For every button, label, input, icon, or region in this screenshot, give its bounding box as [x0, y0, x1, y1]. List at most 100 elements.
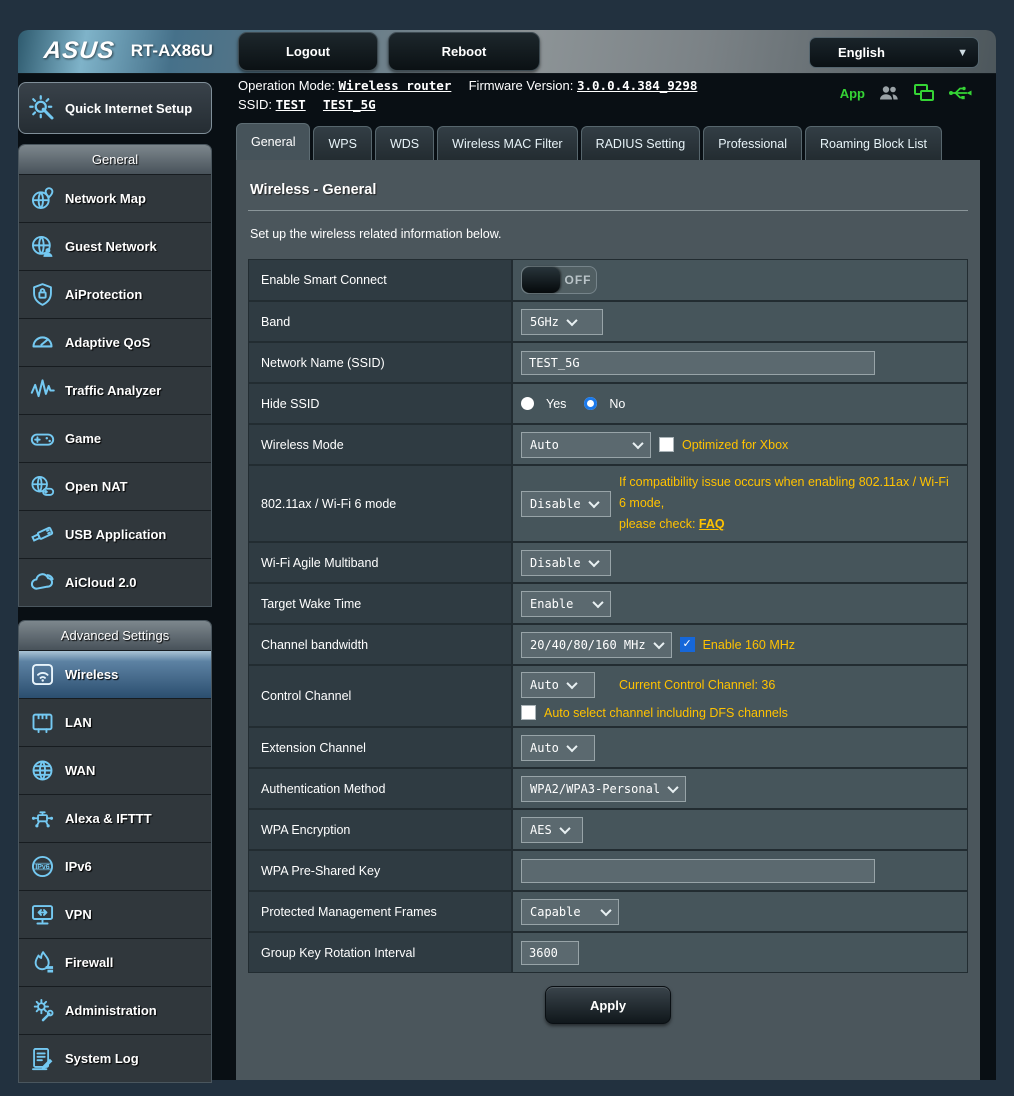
- ssid-link-5g[interactable]: TEST_5G: [323, 97, 376, 112]
- protected-management-frames-select[interactable]: Capable: [521, 899, 619, 925]
- devices-icon[interactable]: [913, 83, 935, 103]
- row-hide-ssid: Hide SSID Yes No: [249, 384, 967, 425]
- apply-button[interactable]: Apply: [545, 986, 671, 1024]
- row-wireless-mode: Wireless Mode Auto Optimized for Xbox: [249, 425, 967, 466]
- sidebar-item-label: AiProtection: [65, 287, 142, 302]
- ssid-label: SSID:: [238, 97, 272, 112]
- operation-mode-link[interactable]: Wireless router: [338, 78, 451, 93]
- field-label: Channel bandwidth: [249, 625, 513, 664]
- tab-wireless-mac-filter[interactable]: Wireless MAC Filter: [437, 126, 577, 160]
- chevron-down-icon: [632, 437, 643, 448]
- app-link[interactable]: App: [840, 86, 865, 101]
- field-label: Enable Smart Connect: [249, 260, 513, 300]
- sidebar-item-label: Firewall: [65, 955, 113, 970]
- top-banner: ASUS RT-AX86U Logout Reboot English ▼: [18, 30, 996, 74]
- channel-bandwidth-select[interactable]: 20/40/80/160 MHz: [521, 632, 672, 658]
- log-document-icon: [29, 1045, 56, 1072]
- title-divider: [248, 210, 968, 211]
- sidebar-item-wireless[interactable]: Wireless: [19, 650, 211, 698]
- sidebar-item-open-nat[interactable]: Open NAT: [19, 462, 211, 510]
- tab-general[interactable]: General: [236, 123, 310, 160]
- smart-connect-toggle[interactable]: OFF: [521, 266, 597, 294]
- enable-160mhz-checkbox[interactable]: [680, 637, 695, 652]
- wpa-pre-shared-key-input[interactable]: [521, 859, 875, 883]
- sidebar-item-vpn[interactable]: VPN: [19, 890, 211, 938]
- language-value: English: [838, 45, 885, 60]
- tab-professional[interactable]: Professional: [703, 126, 802, 160]
- ssid-link-24g[interactable]: TEST: [276, 97, 306, 112]
- extension-channel-select[interactable]: Auto: [521, 735, 595, 761]
- ipv6-icon: IPv6: [29, 853, 56, 880]
- sidebar-item-firewall[interactable]: Firewall: [19, 938, 211, 986]
- firmware-label: Firmware Version:: [469, 78, 574, 93]
- faq-link[interactable]: FAQ: [699, 517, 725, 531]
- target-wake-time-select[interactable]: Enable: [521, 591, 611, 617]
- chevron-down-icon: [592, 596, 603, 607]
- radio-label: Yes: [546, 397, 566, 411]
- status-infobar: Operation Mode: Wireless router Firmware…: [238, 76, 697, 114]
- sidebar-item-aiprotection[interactable]: AiProtection: [19, 270, 211, 318]
- agile-multiband-select[interactable]: Disable: [521, 550, 611, 576]
- tab-wps[interactable]: WPS: [313, 126, 371, 160]
- logout-button[interactable]: Logout: [238, 32, 378, 71]
- sidebar-item-label: VPN: [65, 907, 92, 922]
- sidebar: Quick Internet Setup General Network Map…: [18, 82, 212, 1096]
- chevron-down-icon: [559, 822, 570, 833]
- header-icon-cluster: App: [840, 83, 972, 103]
- users-icon[interactable]: [878, 84, 900, 102]
- page-description: Set up the wireless related information …: [250, 227, 966, 241]
- chevron-down-icon: [667, 781, 678, 792]
- sidebar-item-system-log[interactable]: System Log: [19, 1034, 211, 1082]
- chevron-down-icon: [600, 904, 611, 915]
- tab-radius-setting[interactable]: RADIUS Setting: [581, 126, 701, 160]
- group-key-rotation-input[interactable]: [521, 941, 579, 965]
- sidebar-item-ipv6[interactable]: IPv6 IPv6: [19, 842, 211, 890]
- sidebar-item-aicloud[interactable]: AiCloud 2.0: [19, 558, 211, 606]
- language-dropdown[interactable]: English ▼: [809, 37, 979, 68]
- tab-roaming-block-list[interactable]: Roaming Block List: [805, 126, 942, 160]
- ssid-input[interactable]: [521, 351, 875, 375]
- control-channel-select[interactable]: Auto: [521, 672, 595, 698]
- sidebar-item-wan[interactable]: WAN: [19, 746, 211, 794]
- wpa-encryption-select[interactable]: AES: [521, 817, 583, 843]
- nav-section-title-advanced: Advanced Settings: [19, 621, 211, 650]
- dfs-channels-checkbox[interactable]: [521, 705, 536, 720]
- field-label: Control Channel: [249, 666, 513, 726]
- row-wpa-psk: WPA Pre-Shared Key: [249, 851, 967, 892]
- reboot-button[interactable]: Reboot: [388, 32, 540, 71]
- sidebar-item-traffic-analyzer[interactable]: Traffic Analyzer: [19, 366, 211, 414]
- field-label: Target Wake Time: [249, 584, 513, 623]
- sidebar-item-usb-application[interactable]: USB Application: [19, 510, 211, 558]
- hide-ssid-radio-yes[interactable]: [521, 397, 534, 410]
- wireless-mode-select[interactable]: Auto: [521, 432, 651, 458]
- field-label: Group Key Rotation Interval: [249, 933, 513, 972]
- select-value: AES: [530, 823, 552, 837]
- wireless-tabbar: General WPS WDS Wireless MAC Filter RADI…: [236, 118, 945, 160]
- cloud-icon: [29, 569, 56, 596]
- row-target-wake-time: Target Wake Time Enable: [249, 584, 967, 625]
- authentication-method-select[interactable]: WPA2/WPA3-Personal: [521, 776, 686, 802]
- sidebar-item-alexa-ifttt[interactable]: Alexa & IFTTT: [19, 794, 211, 842]
- ax-mode-select[interactable]: Disable: [521, 491, 611, 517]
- sidebar-item-guest-network[interactable]: Guest Network: [19, 222, 211, 270]
- field-label: Extension Channel: [249, 728, 513, 767]
- sidebar-item-label: Open NAT: [65, 479, 128, 494]
- globe-gamepad-icon: [29, 473, 56, 500]
- tab-wds[interactable]: WDS: [375, 126, 434, 160]
- optimized-for-xbox-checkbox[interactable]: [659, 437, 674, 452]
- sidebar-item-lan[interactable]: LAN: [19, 698, 211, 746]
- sidebar-item-administration[interactable]: Administration: [19, 986, 211, 1034]
- chevron-down-icon: [566, 740, 577, 751]
- hide-ssid-radio-no[interactable]: [584, 397, 597, 410]
- chevron-down-icon: [588, 496, 599, 507]
- sidebar-item-adaptive-qos[interactable]: Adaptive QoS: [19, 318, 211, 366]
- sidebar-item-network-map[interactable]: Network Map: [19, 174, 211, 222]
- band-select[interactable]: 5GHz: [521, 309, 603, 335]
- firmware-version-link[interactable]: 3.0.0.4.384_9298: [577, 78, 697, 93]
- sidebar-item-game[interactable]: Game: [19, 414, 211, 462]
- row-pmf: Protected Management Frames Capable: [249, 892, 967, 933]
- quick-internet-setup-button[interactable]: Quick Internet Setup: [18, 82, 212, 134]
- usb-icon[interactable]: [948, 84, 972, 102]
- field-label: Authentication Method: [249, 769, 513, 808]
- select-value: 20/40/80/160 MHz: [530, 638, 646, 652]
